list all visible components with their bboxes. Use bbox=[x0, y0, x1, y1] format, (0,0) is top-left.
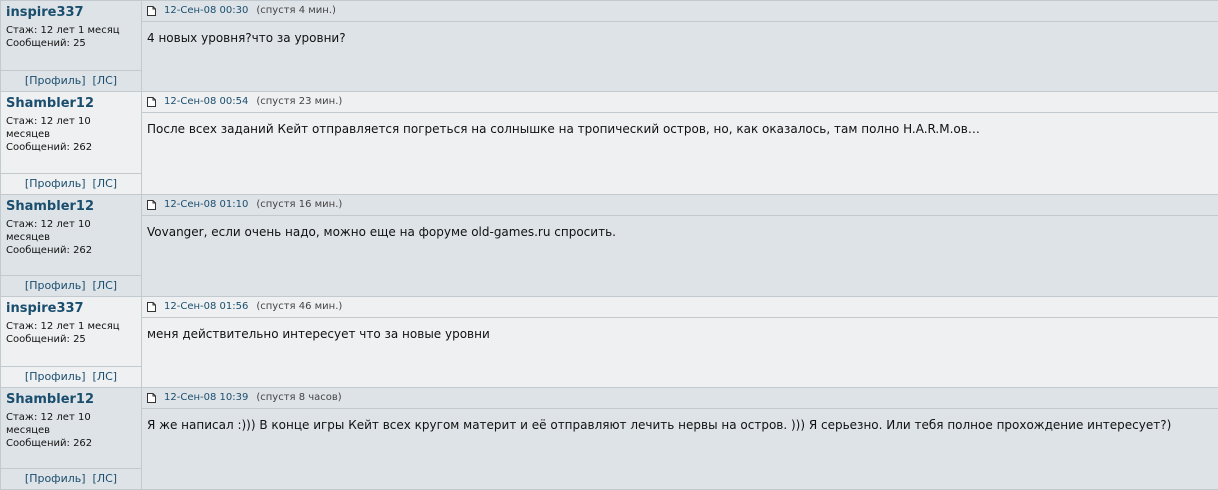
author-nickname[interactable]: inspire337 bbox=[6, 301, 137, 316]
post-header: 12-Сен-08 00:54 (спустя 23 мин.) bbox=[142, 92, 1218, 113]
author-stazh: Стаж: 12 лет 1 месяц bbox=[6, 24, 137, 37]
profile-link[interactable]: [Профиль] bbox=[25, 279, 86, 292]
private-message-link[interactable]: [ЛС] bbox=[93, 177, 118, 190]
post-elapsed: (спустя 4 мин.) bbox=[256, 5, 336, 16]
post-date-link[interactable]: 12-Сен-08 10:39 bbox=[164, 388, 248, 408]
author-messages: Сообщений: 262 bbox=[6, 141, 137, 154]
author-info: inspire337 Стаж: 12 лет 1 месяц Сообщени… bbox=[1, 297, 141, 366]
author-stazh: Стаж: 12 лет 10 месяцев bbox=[6, 218, 137, 244]
post-elapsed: (спустя 46 мин.) bbox=[256, 301, 343, 312]
post-body: 12-Сен-08 01:56 (спустя 46 мин.) меня де… bbox=[142, 297, 1218, 387]
post-date-link[interactable]: 12-Сен-08 01:56 bbox=[164, 297, 248, 317]
private-message-link[interactable]: [ЛС] bbox=[93, 370, 118, 383]
profile-link[interactable]: [Профиль] bbox=[25, 370, 86, 383]
post-text: меня действительно интересует что за нов… bbox=[147, 327, 490, 341]
messages-count: 262 bbox=[73, 142, 93, 153]
post: Shambler12 Стаж: 12 лет 10 месяцев Сообщ… bbox=[0, 388, 1218, 490]
document-icon bbox=[147, 6, 156, 16]
document-icon bbox=[147, 200, 156, 210]
author-links: [Профиль] [ЛС] bbox=[1, 366, 141, 387]
post-date-link[interactable]: 12-Сен-08 00:30 bbox=[164, 1, 248, 21]
stazh-label: Стаж: bbox=[6, 412, 38, 423]
author-info: Shambler12 Стаж: 12 лет 10 месяцев Сообщ… bbox=[1, 92, 141, 173]
private-message-link[interactable]: [ЛС] bbox=[93, 279, 118, 292]
profile-link[interactable]: [Профиль] bbox=[25, 74, 86, 87]
messages-label: Сообщений: bbox=[6, 38, 70, 49]
stazh-value: 12 лет 1 месяц bbox=[40, 321, 120, 332]
author-messages: Сообщений: 262 bbox=[6, 437, 137, 450]
author-nickname[interactable]: inspire337 bbox=[6, 5, 137, 20]
post-elapsed: (спустя 16 мин.) bbox=[256, 199, 343, 210]
author-messages: Сообщений: 262 bbox=[6, 244, 137, 257]
post-body: 12-Сен-08 00:54 (спустя 23 мин.) После в… bbox=[142, 92, 1218, 194]
author-stazh: Стаж: 12 лет 1 месяц bbox=[6, 320, 137, 333]
author-messages: Сообщений: 25 bbox=[6, 37, 137, 50]
author-links: [Профиль] [ЛС] bbox=[1, 275, 141, 296]
author-nickname[interactable]: Shambler12 bbox=[6, 96, 137, 111]
post-author-panel: inspire337 Стаж: 12 лет 1 месяц Сообщени… bbox=[0, 1, 142, 91]
author-stazh: Стаж: 12 лет 10 месяцев bbox=[6, 115, 137, 141]
author-info: Shambler12 Стаж: 12 лет 10 месяцев Сообщ… bbox=[1, 195, 141, 275]
messages-label: Сообщений: bbox=[6, 334, 70, 345]
private-message-link[interactable]: [ЛС] bbox=[93, 472, 118, 485]
author-nickname[interactable]: Shambler12 bbox=[6, 392, 137, 407]
post-author-panel: Shambler12 Стаж: 12 лет 10 месяцев Сообщ… bbox=[0, 92, 142, 194]
post-text: Я же написал :))) В конце игры Кейт всех… bbox=[147, 418, 1172, 432]
post-header: 12-Сен-08 10:39 (спустя 8 часов) bbox=[142, 388, 1218, 409]
stazh-label: Стаж: bbox=[6, 25, 38, 36]
post-text: 4 новых уровня?что за уровни? bbox=[147, 31, 346, 45]
stazh-label: Стаж: bbox=[6, 116, 38, 127]
author-nickname[interactable]: Shambler12 bbox=[6, 199, 137, 214]
stazh-value: 12 лет 1 месяц bbox=[40, 25, 120, 36]
author-links: [Профиль] [ЛС] bbox=[1, 70, 141, 91]
post: inspire337 Стаж: 12 лет 1 месяц Сообщени… bbox=[0, 1, 1218, 92]
messages-count: 25 bbox=[73, 38, 86, 49]
profile-link[interactable]: [Профиль] bbox=[25, 472, 86, 485]
document-icon bbox=[147, 302, 156, 312]
author-info: inspire337 Стаж: 12 лет 1 месяц Сообщени… bbox=[1, 1, 141, 70]
post-header: 12-Сен-08 00:30 (спустя 4 мин.) bbox=[142, 1, 1218, 22]
post-elapsed: (спустя 8 часов) bbox=[256, 392, 342, 403]
post: Shambler12 Стаж: 12 лет 10 месяцев Сообщ… bbox=[0, 195, 1218, 297]
post-text: Vovanger, если очень надо, можно еще на … bbox=[147, 225, 616, 239]
author-stazh: Стаж: 12 лет 10 месяцев bbox=[6, 411, 137, 437]
post-body: 12-Сен-08 10:39 (спустя 8 часов) Я же на… bbox=[142, 388, 1218, 489]
author-links: [Профиль] [ЛС] bbox=[1, 468, 141, 489]
post-date-link[interactable]: 12-Сен-08 01:10 bbox=[164, 195, 248, 215]
profile-link[interactable]: [Профиль] bbox=[25, 177, 86, 190]
post-header: 12-Сен-08 01:10 (спустя 16 мин.) bbox=[142, 195, 1218, 216]
messages-label: Сообщений: bbox=[6, 245, 70, 256]
author-links: [Профиль] [ЛС] bbox=[1, 173, 141, 194]
post-list: inspire337 Стаж: 12 лет 1 месяц Сообщени… bbox=[0, 0, 1218, 490]
messages-count: 262 bbox=[73, 245, 93, 256]
post-body: 12-Сен-08 01:10 (спустя 16 мин.) Vovange… bbox=[142, 195, 1218, 296]
post-date-link[interactable]: 12-Сен-08 00:54 bbox=[164, 92, 248, 112]
messages-count: 25 bbox=[73, 334, 86, 345]
post-author-panel: Shambler12 Стаж: 12 лет 10 месяцев Сообщ… bbox=[0, 388, 142, 489]
private-message-link[interactable]: [ЛС] bbox=[93, 74, 118, 87]
post-body: 12-Сен-08 00:30 (спустя 4 мин.) 4 новых … bbox=[142, 1, 1218, 91]
post-author-panel: Shambler12 Стаж: 12 лет 10 месяцев Сообщ… bbox=[0, 195, 142, 296]
stazh-label: Стаж: bbox=[6, 219, 38, 230]
messages-label: Сообщений: bbox=[6, 142, 70, 153]
messages-label: Сообщений: bbox=[6, 438, 70, 449]
document-icon bbox=[147, 393, 156, 403]
post-text: После всех заданий Кейт отправляется пог… bbox=[147, 122, 980, 136]
post: inspire337 Стаж: 12 лет 1 месяц Сообщени… bbox=[0, 297, 1218, 388]
post-header: 12-Сен-08 01:56 (спустя 46 мин.) bbox=[142, 297, 1218, 318]
document-icon bbox=[147, 97, 156, 107]
post-elapsed: (спустя 23 мин.) bbox=[256, 96, 343, 107]
author-info: Shambler12 Стаж: 12 лет 10 месяцев Сообщ… bbox=[1, 388, 141, 468]
messages-count: 262 bbox=[73, 438, 93, 449]
post-author-panel: inspire337 Стаж: 12 лет 1 месяц Сообщени… bbox=[0, 297, 142, 387]
author-messages: Сообщений: 25 bbox=[6, 333, 137, 346]
stazh-label: Стаж: bbox=[6, 321, 38, 332]
post: Shambler12 Стаж: 12 лет 10 месяцев Сообщ… bbox=[0, 92, 1218, 195]
